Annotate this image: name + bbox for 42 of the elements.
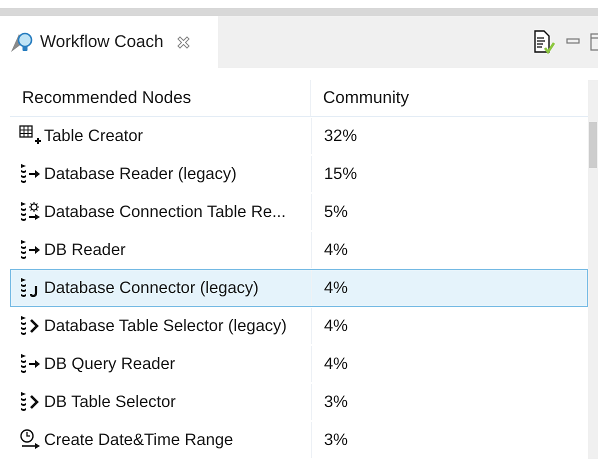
bulb-icon xyxy=(10,31,34,53)
node-name: Database Table Selector (legacy) xyxy=(44,316,287,336)
node-name: Create Date&Time Range xyxy=(44,430,234,450)
community-share: 3% xyxy=(324,430,348,450)
database-gear-icon xyxy=(19,201,41,223)
clock-arrow-icon xyxy=(19,429,41,451)
table-row[interactable]: Database Reader (legacy) 15% xyxy=(10,155,588,193)
maximize-icon[interactable] xyxy=(590,33,598,51)
table-row[interactable]: Database Table Selector (legacy) 4% xyxy=(10,307,588,345)
column-header[interactable]: Community xyxy=(311,80,588,116)
close-icon[interactable] xyxy=(177,36,190,48)
scrollbar[interactable] xyxy=(588,80,598,459)
database-arrow-icon xyxy=(19,239,41,261)
database-arrow-icon xyxy=(19,353,41,375)
node-name: Database Connector (legacy) xyxy=(44,278,259,298)
community-share: 3% xyxy=(324,392,348,412)
community-share: 4% xyxy=(324,278,348,298)
table-plus-icon xyxy=(19,125,41,147)
node-name: Database Reader (legacy) xyxy=(44,164,237,184)
node-name: DB Table Selector xyxy=(44,392,176,412)
node-name: DB Query Reader xyxy=(44,354,176,374)
table-row[interactable]: Database Connection Table Re... 5% xyxy=(10,193,588,231)
node-name: Table Creator xyxy=(44,126,144,146)
community-share: 15% xyxy=(324,164,358,184)
database-arrow-icon xyxy=(19,163,41,185)
node-name: DB Reader xyxy=(44,240,126,260)
database-chevron-icon xyxy=(19,315,41,337)
community-share: 5% xyxy=(324,202,348,222)
table-row[interactable]: DB Reader 4% xyxy=(10,231,588,269)
column-header[interactable]: Recommended Nodes xyxy=(10,80,311,116)
table-row[interactable]: Table Creator 32% xyxy=(10,117,588,155)
community-share: 4% xyxy=(324,240,348,260)
database-chevron-icon xyxy=(19,391,41,413)
community-share: 4% xyxy=(324,354,348,374)
community-share: 32% xyxy=(324,126,358,146)
view-tab[interactable]: Workflow Coach xyxy=(0,16,218,68)
node-name: Database Connection Table Re... xyxy=(44,202,286,222)
table-row[interactable]: Database Connector (legacy) 4% xyxy=(10,269,588,307)
table-row[interactable]: DB Table Selector 3% xyxy=(10,383,588,421)
table-row[interactable]: Create Date&Time Range 3% xyxy=(10,421,588,459)
table-row[interactable]: DB Query Reader 4% xyxy=(10,345,588,383)
community-share: 4% xyxy=(324,316,348,336)
